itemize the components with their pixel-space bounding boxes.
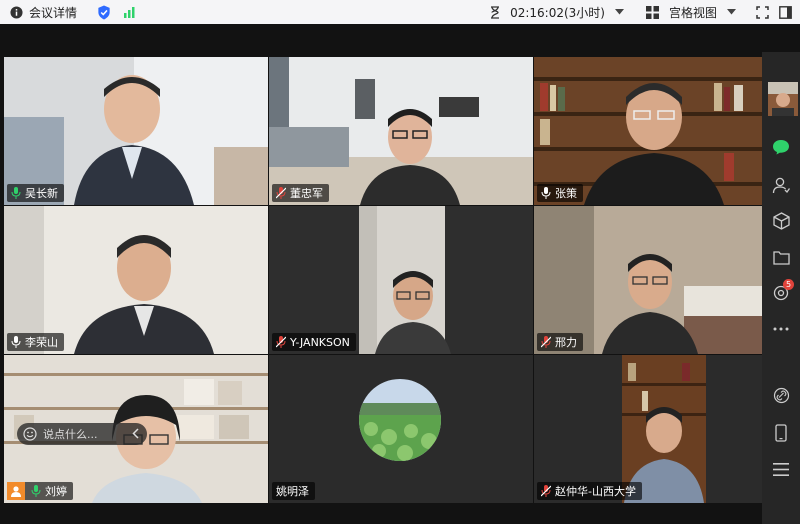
- participant-figure: [600, 250, 700, 354]
- mic-muted-icon: [276, 336, 286, 348]
- chat-placeholder: 说点什么...: [43, 428, 98, 441]
- participant-name-tag: 张策: [537, 184, 583, 202]
- video-feed: [4, 57, 268, 205]
- more-icon[interactable]: [772, 320, 790, 338]
- right-toolbar: 5: [762, 52, 800, 524]
- signal-icon: [123, 6, 137, 18]
- sidebar-toggle-icon[interactable]: [779, 5, 792, 19]
- chat-input[interactable]: 说点什么...: [17, 423, 147, 445]
- video-tile[interactable]: 吴长新: [4, 57, 268, 205]
- participant-name: 张策: [555, 187, 577, 200]
- video-feed: [4, 206, 268, 354]
- top-bar: 会议详情 02:16:02(3小时) 宫格视图: [0, 0, 800, 24]
- participants-icon[interactable]: [772, 176, 790, 194]
- grid-view-icon[interactable]: [645, 5, 659, 19]
- video-feed: [269, 206, 533, 354]
- video-feed: [622, 355, 706, 503]
- hourglass-icon: [490, 5, 500, 19]
- link-icon[interactable]: [772, 386, 790, 404]
- video-tile-active-speaker[interactable]: 说点什么... 刘婷: [4, 355, 268, 503]
- video-tile[interactable]: 赵仲华-山西大学: [534, 355, 762, 503]
- video-tile[interactable]: 邢力: [534, 206, 762, 354]
- mic-icon: [11, 336, 21, 348]
- video-feed: [269, 57, 533, 205]
- video-feed: [534, 57, 762, 205]
- settings-icon[interactable]: 5: [772, 279, 794, 302]
- meeting-info-label[interactable]: 会议详情: [29, 4, 77, 21]
- smile-icon[interactable]: [23, 427, 37, 441]
- participant-name-tag: Y-JANKSON: [272, 333, 356, 351]
- participant-name: 刘婷: [45, 485, 67, 498]
- participant-name: 李荣山: [25, 336, 58, 349]
- mic-muted-icon: [541, 336, 551, 348]
- participant-name-tag: 董忠军: [272, 184, 329, 202]
- apps-cube-icon[interactable]: [772, 212, 790, 230]
- participant-figure: [574, 75, 734, 205]
- timer-dropdown-icon[interactable]: [614, 9, 624, 15]
- participant-name: Y-JANKSON: [290, 335, 350, 349]
- video-tile[interactable]: 张策: [534, 57, 762, 205]
- participant-name-tag: 赵仲华-山西大学: [537, 482, 642, 500]
- participant-name-tag: 李荣山: [7, 333, 64, 351]
- avatar: [359, 379, 441, 461]
- participant-figure: [74, 69, 224, 205]
- chat-icon[interactable]: [772, 138, 790, 156]
- participant-figure: [355, 105, 465, 205]
- participant-name-tag: 姚明泽: [272, 482, 315, 500]
- mic-icon: [541, 187, 551, 199]
- phone-icon[interactable]: [772, 424, 790, 442]
- participant-name-tag: 邢力: [537, 333, 583, 351]
- mic-muted-icon: [541, 485, 551, 497]
- notification-badge: 5: [783, 279, 794, 290]
- host-badge-icon: [7, 482, 25, 500]
- participant-name-tag: 刘婷: [7, 482, 73, 500]
- participant-name-tag: 吴长新: [7, 184, 64, 202]
- info-icon[interactable]: [10, 5, 23, 19]
- mic-icon: [31, 485, 41, 497]
- view-mode-label[interactable]: 宫格视图: [669, 4, 717, 21]
- view-dropdown-icon[interactable]: [727, 9, 736, 15]
- mic-icon: [11, 187, 21, 199]
- mic-muted-icon: [276, 187, 286, 199]
- participant-name: 赵仲华-山西大学: [555, 485, 636, 498]
- video-stage: 吴长新 董忠军 张策 李荣山 Y-JANKSON 邢力 说点什么... 刘婷 姚…: [0, 24, 800, 524]
- fullscreen-icon[interactable]: [756, 5, 769, 19]
- participant-name: 邢力: [555, 336, 577, 349]
- participant-figure: [373, 268, 453, 354]
- video-tile[interactable]: 董忠军: [269, 57, 533, 205]
- participant-name: 董忠军: [290, 187, 323, 200]
- chevron-left-icon[interactable]: [132, 428, 139, 439]
- video-feed: [534, 206, 762, 354]
- folder-icon[interactable]: [772, 248, 790, 266]
- menu-icon[interactable]: [772, 460, 790, 478]
- shield-icon[interactable]: [97, 4, 111, 20]
- participant-figure: [64, 228, 224, 354]
- self-view-thumbnail[interactable]: [768, 82, 798, 116]
- participant-name: 姚明泽: [276, 485, 309, 498]
- participant-name: 吴长新: [25, 187, 58, 200]
- video-tile[interactable]: 李荣山: [4, 206, 268, 354]
- meeting-timer: 02:16:02(3小时): [510, 5, 605, 20]
- video-tile[interactable]: Y-JANKSON: [269, 206, 533, 354]
- video-tile[interactable]: 姚明泽: [269, 355, 533, 503]
